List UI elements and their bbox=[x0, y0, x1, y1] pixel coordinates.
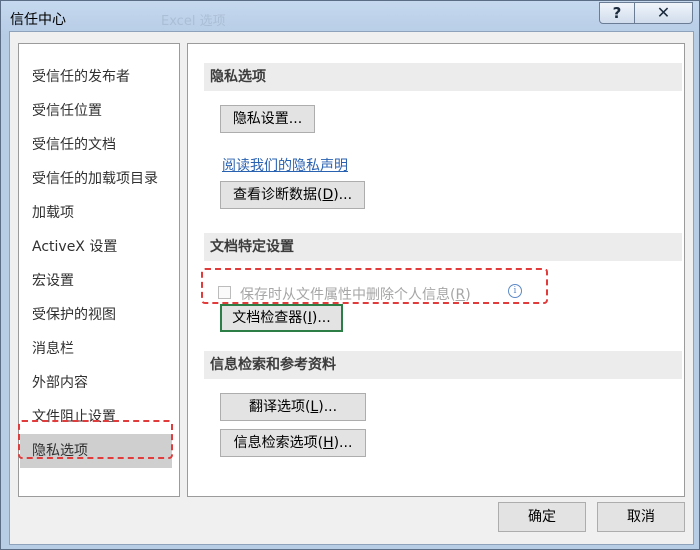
diag-button-accesskey: D bbox=[322, 187, 334, 203]
ok-button[interactable]: 确定 bbox=[498, 502, 586, 532]
sidebar-item-addins[interactable]: 加载项 bbox=[20, 196, 172, 230]
help-button[interactable]: ? bbox=[599, 2, 635, 24]
document-inspector-button[interactable]: 文档检查器(I)... bbox=[220, 304, 343, 332]
trust-center-dialog: 信任中心 Excel 选项 ? ✕ 受信任的发布者 受信任位置 受信任的文档 受… bbox=[0, 0, 700, 550]
sidebar-item-message-bar[interactable]: 消息栏 bbox=[20, 332, 172, 366]
remove-personal-info-checkbox[interactable] bbox=[218, 286, 231, 299]
research-button-label-suffix: )... bbox=[333, 435, 353, 451]
research-button-accesskey: H bbox=[323, 435, 334, 451]
info-icon[interactable]: i bbox=[508, 284, 522, 298]
research-button-label-prefix: 信息检索选项( bbox=[233, 435, 324, 451]
category-sidebar: 受信任的发布者 受信任位置 受信任的文档 受信任的加载项目录 加载项 Activ… bbox=[18, 43, 180, 497]
background-window-title: Excel 选项 bbox=[161, 14, 226, 29]
privacy-options-panel: 隐私选项 隐私设置... 阅读我们的隐私声明 查看诊断数据(D)... 文档特定… bbox=[187, 43, 685, 497]
close-button[interactable]: ✕ bbox=[635, 2, 693, 24]
translation-options-button[interactable]: 翻译选项(L)... bbox=[220, 393, 366, 421]
cancel-button[interactable]: 取消 bbox=[597, 502, 685, 532]
diag-button-label-prefix: 查看诊断数据( bbox=[232, 187, 323, 203]
privacy-statement-link[interactable]: 阅读我们的隐私声明 bbox=[222, 155, 348, 175]
privacy-section-header: 隐私选项 bbox=[204, 63, 682, 91]
research-options-button[interactable]: 信息检索选项(H)... bbox=[220, 429, 366, 457]
translate-button-label-suffix: )... bbox=[318, 399, 338, 415]
inspector-button-label-prefix: 文档检查器( bbox=[232, 310, 308, 326]
diag-button-label-suffix: )... bbox=[333, 187, 353, 203]
view-diagnostic-data-button[interactable]: 查看诊断数据(D)... bbox=[220, 181, 365, 209]
remove-personal-info-label: 保存时从文件属性中删除个人信息(R) bbox=[240, 287, 471, 303]
sidebar-item-external-content[interactable]: 外部内容 bbox=[20, 366, 172, 400]
inspector-button-label-suffix: )... bbox=[311, 310, 331, 326]
sidebar-item-trusted-documents[interactable]: 受信任的文档 bbox=[20, 128, 172, 162]
title-bar[interactable]: 信任中心 Excel 选项 ? ✕ bbox=[1, 1, 699, 35]
sidebar-item-trusted-locations[interactable]: 受信任位置 bbox=[20, 94, 172, 128]
sidebar-item-privacy-options[interactable]: 隐私选项 bbox=[20, 434, 172, 468]
sidebar-item-activex-settings[interactable]: ActiveX 设置 bbox=[20, 230, 172, 264]
dialog-title: 信任中心 bbox=[10, 12, 66, 28]
dialog-body: 受信任的发布者 受信任位置 受信任的文档 受信任的加载项目录 加载项 Activ… bbox=[9, 31, 694, 545]
sidebar-item-file-block-settings[interactable]: 文件阻止设置 bbox=[20, 400, 172, 434]
help-icon: ? bbox=[612, 4, 622, 22]
close-icon: ✕ bbox=[656, 3, 671, 22]
sidebar-item-protected-view[interactable]: 受保护的视图 bbox=[20, 298, 172, 332]
sidebar-item-macro-settings[interactable]: 宏设置 bbox=[20, 264, 172, 298]
translate-button-label-prefix: 翻译选项( bbox=[248, 399, 311, 415]
sidebar-item-trusted-publishers[interactable]: 受信任的发布者 bbox=[20, 60, 172, 94]
privacy-settings-button[interactable]: 隐私设置... bbox=[220, 105, 315, 133]
document-settings-section-header: 文档特定设置 bbox=[204, 233, 682, 261]
research-section-header: 信息检索和参考资料 bbox=[204, 351, 682, 379]
sidebar-item-trusted-addin-catalogs[interactable]: 受信任的加载项目录 bbox=[20, 162, 172, 196]
